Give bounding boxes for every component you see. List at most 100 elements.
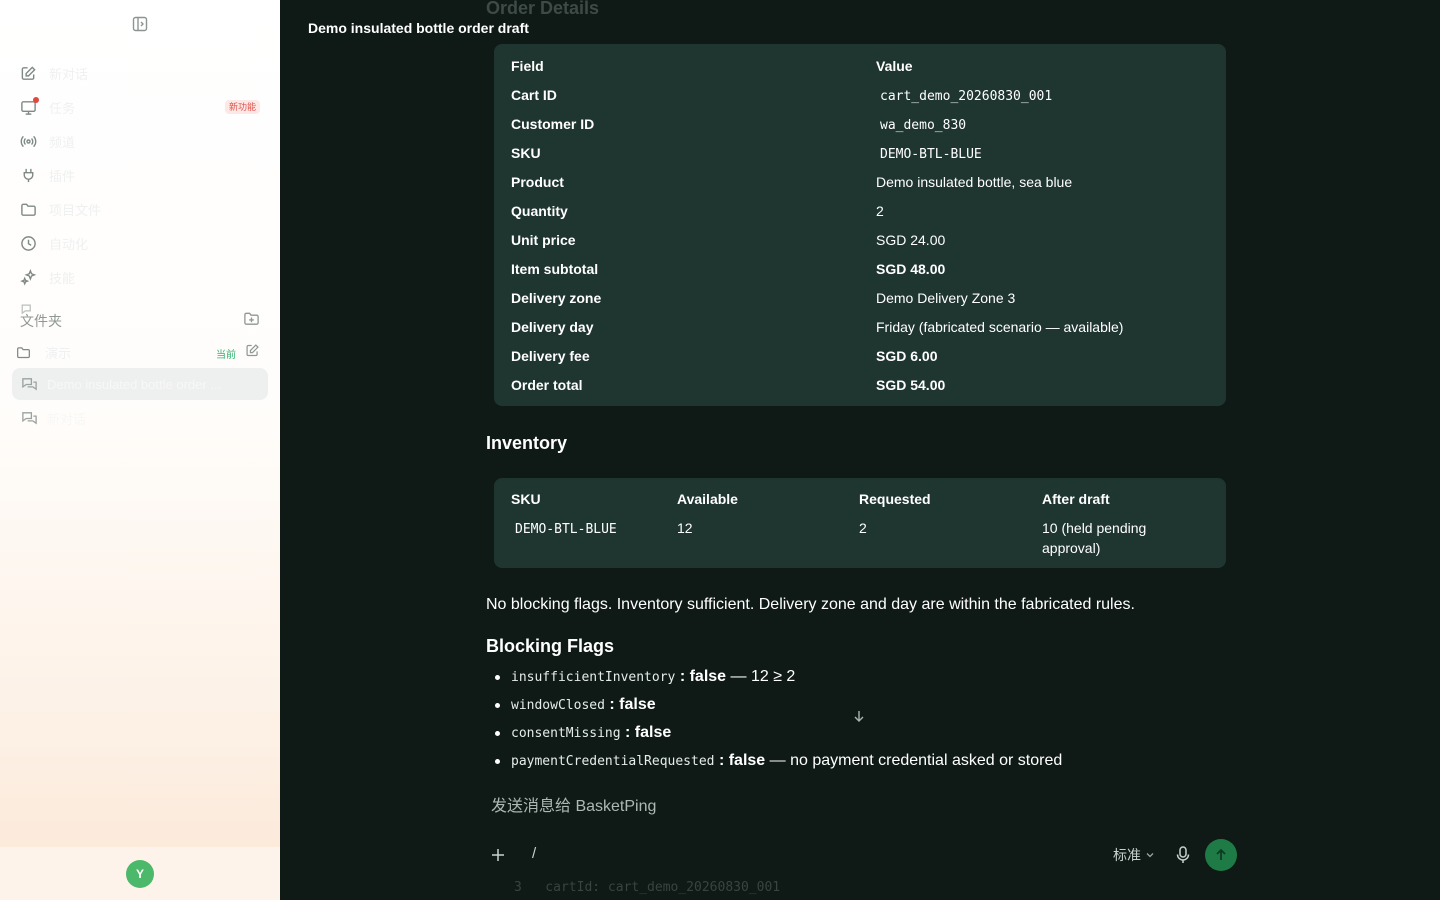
flag-note: — 12 ≥ 2 <box>726 668 796 685</box>
nav-item-tasks[interactable]: 任务 新功能 <box>0 90 280 124</box>
requested-cell: 2 <box>859 520 867 536</box>
after-draft-cell: 10 (held pending approval) <box>1042 520 1147 556</box>
monitor-icon <box>20 96 39 116</box>
chat-item-label: Demo insulated bottle order ... <box>47 376 222 392</box>
blocking-flags-heading: Blocking Flags <box>486 636 615 656</box>
chat-main: Order Details Demo insulated bottle orde… <box>280 0 1440 900</box>
inventory-table: SKU Available Requested After draft DEMO… <box>494 478 1226 568</box>
current-folder-badge: 当前 <box>216 350 236 361</box>
nav-item-channels[interactable]: 频道 <box>0 124 280 158</box>
flag-separator: : <box>604 696 620 713</box>
table-row: Product Demo insulated bottle, sea blue <box>494 168 1226 197</box>
table-row: Cart ID cart_demo_20260830_001 <box>494 81 1226 110</box>
sidebar-footer: Y <box>0 847 280 900</box>
value-cell: Friday (fabricated scenario — available) <box>876 319 1124 335</box>
sidebar: 新对话 任务 新功能 频道 插件 项目文件 自动化 技能 文件夹 演示 当前 D… <box>0 0 280 900</box>
blocking-flags-list: insufficientInventory : false — 12 ≥ 2 w… <box>494 666 1062 778</box>
ghost-heading: Order Details <box>486 0 600 18</box>
mode-select[interactable]: 标准 <box>1113 845 1155 865</box>
nav-item-label: 任务 <box>49 100 76 116</box>
table-row: Delivery zone Demo Delivery Zone 3 <box>494 284 1226 313</box>
value-cell: SGD 24.00 <box>876 232 946 248</box>
flag-code: insufficientInventory <box>511 670 676 685</box>
message-input[interactable]: 发送消息给 BasketPing <box>491 792 656 816</box>
field-cell: Quantity <box>511 203 568 219</box>
value-cell: Demo insulated bottle, sea blue <box>876 174 1073 190</box>
arrow-up-icon <box>1216 848 1226 860</box>
user-avatar[interactable]: Y <box>126 860 154 888</box>
value-cell: DEMO-BTL-BLUE <box>880 147 982 162</box>
plus-icon <box>492 849 504 861</box>
new-feature-badge: 新功能 <box>224 100 260 114</box>
flag-value: false <box>619 696 656 713</box>
field-cell: Delivery fee <box>511 348 590 364</box>
field-cell: Unit price <box>511 232 576 248</box>
list-item: insufficientInventory : false — 12 ≥ 2 <box>494 666 1062 694</box>
send-button[interactable] <box>1205 839 1237 871</box>
value-cell: SGD 48.00 <box>876 261 946 277</box>
chat-item[interactable]: 新对话 <box>12 402 268 434</box>
value-cell: SGD 6.00 <box>876 348 938 364</box>
broadcast-icon <box>20 135 37 147</box>
nav-item-label: 项目文件 <box>49 202 102 218</box>
flag-value: false <box>689 668 727 685</box>
value-cell: SGD 54.00 <box>876 377 946 393</box>
table-row: SKU DEMO-BTL-BLUE <box>494 139 1226 168</box>
nav-item-plugins[interactable]: 插件 <box>0 158 280 192</box>
table-row: Delivery fee SGD 6.00 <box>494 342 1226 371</box>
inventory-heading: Inventory <box>486 433 568 453</box>
table-row: Item subtotal SGD 48.00 <box>494 255 1226 284</box>
field-cell: Product <box>511 174 564 190</box>
table-row: Order total SGD 54.00 <box>494 371 1226 400</box>
nav-item-skills[interactable]: 技能 <box>0 260 280 294</box>
microphone-icon[interactable] <box>1175 845 1191 865</box>
flag-value: false <box>728 752 766 769</box>
ghost-code-line: 3 cartId: cart_demo_20260830_001 <box>514 880 781 895</box>
nav-item-label: 插件 <box>49 168 76 184</box>
list-item: windowClosed : false <box>494 694 1062 722</box>
nav-item-automation[interactable]: 自动化 <box>0 226 280 260</box>
flag-note: — no payment credential asked or stored <box>765 752 1063 769</box>
chat-bubbles-icon <box>22 377 37 391</box>
add-folder-icon[interactable] <box>243 310 260 327</box>
scroll-down-icon[interactable] <box>852 708 866 724</box>
add-attachment-button[interactable] <box>488 845 508 865</box>
chat-item-active[interactable]: Demo insulated bottle order ... <box>12 368 268 400</box>
nav-item-label: 自动化 <box>49 236 89 252</box>
summary-text: No blocking flags. Inventory sufficient.… <box>486 596 1135 613</box>
table-row: Delivery day Friday (fabricated scenario … <box>494 313 1226 342</box>
field-cell: Item subtotal <box>511 261 599 277</box>
flag-separator: : <box>714 752 729 769</box>
column-header: SKU <box>511 491 541 507</box>
table-row: Customer ID wa_demo_830 <box>494 110 1226 139</box>
table-header-row: SKU Available Requested After draft <box>494 478 1226 508</box>
table-header-row: Field Value <box>494 52 1226 81</box>
list-item: consentMissing : false <box>494 722 1062 750</box>
folder-label: 演示 <box>45 345 72 361</box>
field-cell: Cart ID <box>511 87 557 103</box>
nav-item-label: 技能 <box>49 270 76 286</box>
clock-icon <box>21 235 36 251</box>
value-cell: cart_demo_20260830_001 <box>880 89 1053 104</box>
flag-value: false <box>634 724 672 741</box>
field-cell: SKU <box>511 145 541 161</box>
sidebar-toggle-icon[interactable] <box>131 15 149 33</box>
flag-code: consentMissing <box>511 726 621 741</box>
flag-code: windowClosed <box>511 698 605 713</box>
sparkles-icon <box>20 268 37 286</box>
table-row: DEMO-BTL-BLUE 12 2 10 (held pending appr… <box>494 508 1226 558</box>
nav-item-new-chat[interactable]: 新对话 <box>0 56 280 90</box>
chat-item-label: 新对话 <box>47 411 87 427</box>
column-header: After draft <box>1042 491 1110 507</box>
folder-item[interactable]: 演示 当前 <box>16 340 264 364</box>
nav-item-projects[interactable]: 项目文件 <box>0 192 280 226</box>
folder-icon <box>21 203 36 216</box>
flag-separator: : <box>620 724 635 741</box>
chevron-down-icon <box>1146 853 1154 858</box>
slash-command-button[interactable]: / <box>532 845 536 862</box>
field-cell: Delivery day <box>511 319 594 335</box>
value-cell: wa_demo_830 <box>880 118 967 133</box>
field-cell: Delivery zone <box>511 290 602 306</box>
flag-separator: : <box>675 668 690 685</box>
edit-folder-icon[interactable] <box>245 343 260 358</box>
